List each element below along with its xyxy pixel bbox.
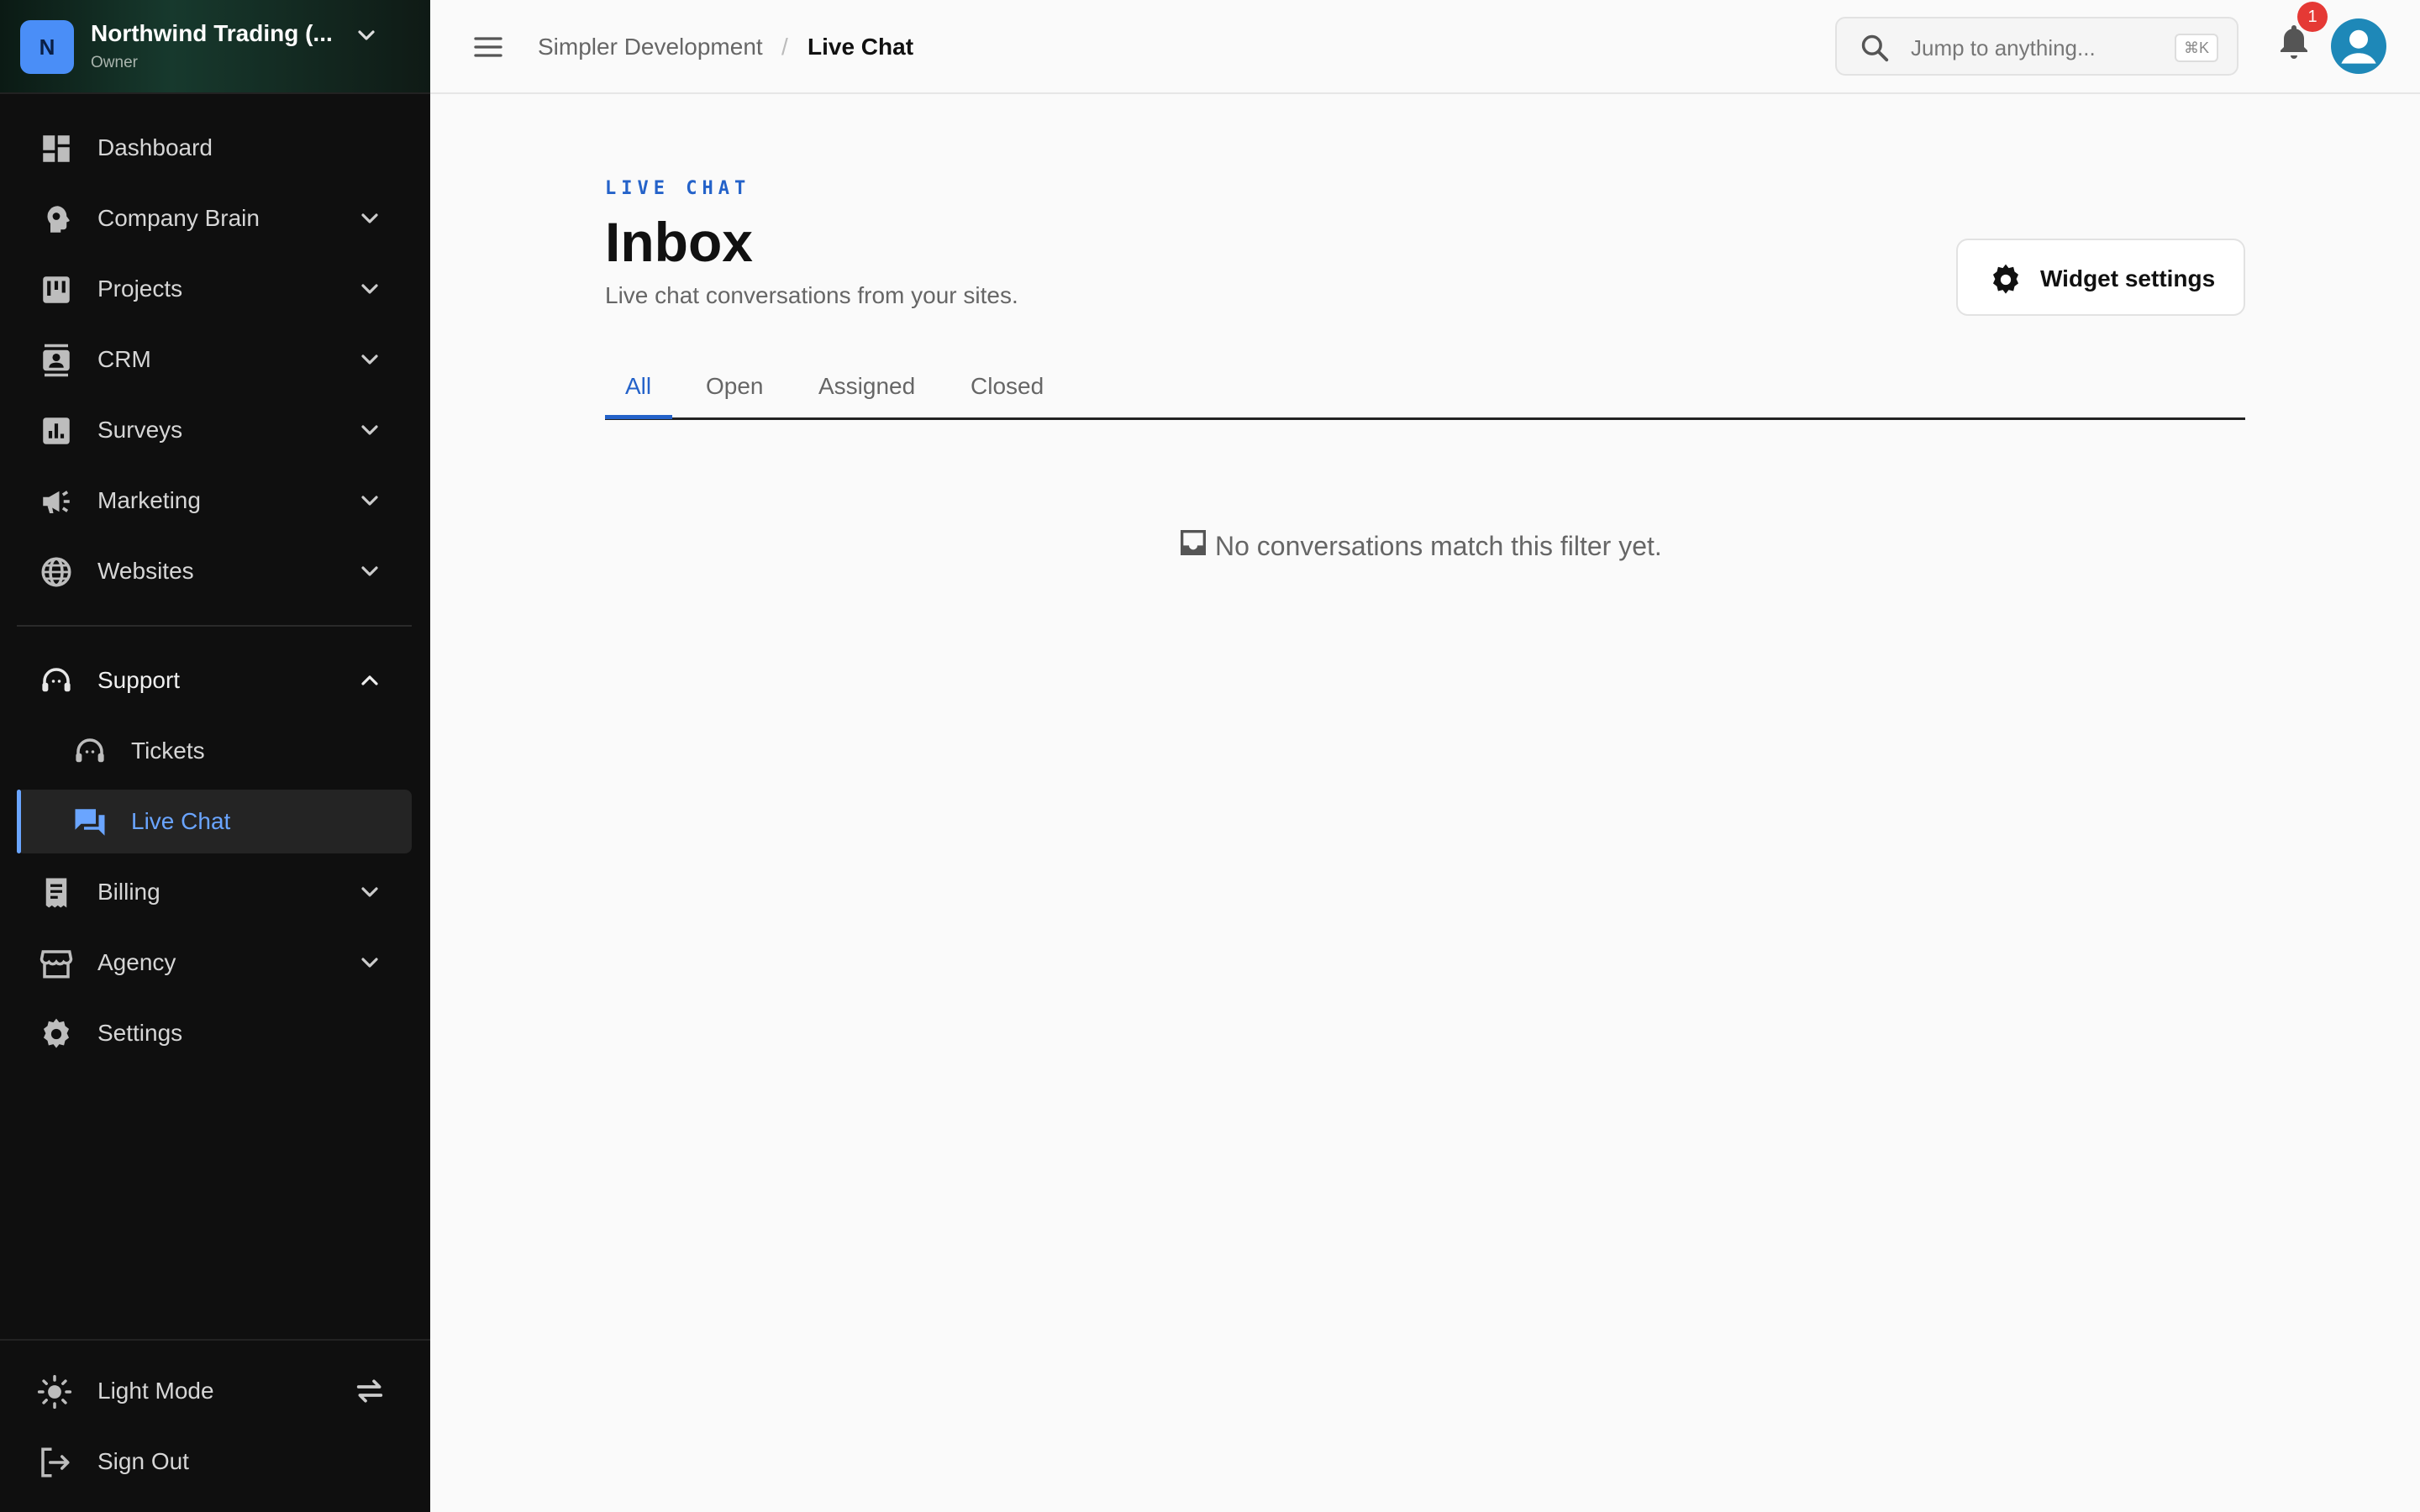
person-icon: [2341, 29, 2376, 64]
org-avatar: N: [20, 20, 74, 74]
sidebar-item-label: Agency: [97, 949, 176, 975]
sidebar-item-company-brain[interactable]: Company Brain: [17, 186, 412, 250]
chevron-down-icon: [361, 496, 378, 506]
sidebar-item-label: Tickets: [131, 738, 205, 764]
sidebar-item-surveys[interactable]: Surveys: [17, 398, 412, 462]
breadcrumb-current: Live Chat: [808, 34, 914, 60]
org-role: Owner: [91, 54, 138, 71]
active-tab-indicator: [605, 415, 672, 419]
sidebar-item-support[interactable]: Support: [17, 648, 412, 712]
chevron-down-icon: [361, 284, 378, 294]
user-avatar[interactable]: [2331, 18, 2386, 74]
projects-icon: [43, 276, 70, 303]
chevron-down-icon: [361, 213, 378, 223]
sidebar-item-crm[interactable]: CRM: [17, 328, 412, 391]
inbox-tray-icon: [1181, 529, 1206, 555]
sidebar-divider: [17, 625, 412, 627]
empty-state: No conversations match this filter yet.: [1176, 529, 1662, 562]
search-placeholder: Jump to anything...: [1911, 35, 2096, 60]
sidebar-item-dashboard[interactable]: Dashboard: [17, 116, 412, 180]
sidebar-item-label: CRM: [97, 346, 151, 372]
filter-tabs: All Open Assigned Closed: [605, 366, 2245, 420]
widget-settings-button[interactable]: Widget settings: [1956, 239, 2245, 316]
page-title: Inbox: [605, 211, 753, 273]
swap-arrows-icon: [356, 1379, 383, 1403]
chevron-down-icon: [361, 354, 378, 365]
sidebar-item-live-chat[interactable]: Live Chat: [17, 790, 412, 853]
logout-icon: [41, 1447, 70, 1478]
page-subtitle: Live chat conversations from your sites.: [605, 282, 1018, 308]
gear-icon: [43, 1018, 70, 1048]
sidebar-item-label: Company Brain: [97, 205, 260, 231]
hamburger-menu-icon[interactable]: [471, 30, 506, 64]
search-icon: [1861, 34, 1889, 62]
sidebar-item-label: Projects: [97, 276, 183, 302]
theme-toggle[interactable]: Light Mode: [17, 1359, 412, 1423]
tab-all[interactable]: All: [625, 373, 651, 420]
sidebar-item-settings[interactable]: Settings: [17, 1001, 412, 1065]
chat-bubbles-icon: [75, 809, 105, 836]
gear-icon: [1992, 264, 2019, 294]
sidebar-item-label: Surveys: [97, 417, 183, 443]
dashboard-icon: [43, 135, 70, 162]
sidebar-item-marketing[interactable]: Marketing: [17, 469, 412, 533]
sidebar-item-label: Websites: [97, 558, 194, 584]
search-input[interactable]: Jump to anything... ⌘K: [1835, 17, 2238, 76]
widget-settings-label: Widget settings: [2040, 265, 2216, 291]
sign-out-button[interactable]: Sign Out: [17, 1430, 412, 1494]
headset-icon: [76, 738, 104, 763]
sidebar-item-label: Marketing: [97, 487, 201, 513]
bar-chart-icon: [43, 417, 70, 444]
sidebar-item-label: Billing: [97, 879, 160, 905]
breadcrumb-separator: /: [781, 34, 788, 60]
storefront-icon: [39, 950, 73, 979]
chevron-down-icon: [358, 30, 375, 40]
chevron-down-icon: [361, 887, 378, 897]
headset-icon: [42, 668, 71, 692]
org-switcher[interactable]: N Northwind Trading (... Owner: [0, 0, 430, 94]
globe-icon: [41, 557, 71, 587]
megaphone-icon: [43, 491, 70, 513]
tab-closed[interactable]: Closed: [971, 373, 1044, 420]
notification-badge: 1: [2297, 2, 2328, 32]
sidebar-item-agency[interactable]: Agency: [17, 931, 412, 995]
keyboard-shortcut-badge: ⌘K: [2175, 34, 2218, 62]
tab-open[interactable]: Open: [706, 373, 764, 420]
tab-assigned[interactable]: Assigned: [818, 373, 915, 420]
sidebar-item-tickets[interactable]: Tickets: [17, 719, 412, 783]
empty-state-message: No conversations match this filter yet.: [1215, 531, 1662, 561]
sidebar: N Northwind Trading (... Owner Dashboard…: [0, 0, 430, 1512]
sun-icon: [37, 1374, 72, 1410]
sign-out-label: Sign Out: [97, 1448, 189, 1474]
sidebar-item-label: Dashboard: [97, 134, 213, 160]
sidebar-item-billing[interactable]: Billing: [17, 860, 412, 924]
sidebar-footer-divider: [0, 1339, 430, 1341]
page-eyebrow: LIVE CHAT: [605, 178, 751, 199]
topbar: Simpler Development / Live Chat Jump to …: [430, 0, 2420, 94]
sidebar-item-label: Settings: [97, 1020, 183, 1046]
chevron-up-icon: [361, 675, 378, 685]
theme-toggle-label: Light Mode: [97, 1378, 214, 1404]
chevron-down-icon: [361, 566, 378, 576]
sidebar-item-websites[interactable]: Websites: [17, 539, 412, 603]
sidebar-item-projects[interactable]: Projects: [17, 257, 412, 321]
org-name: Northwind Trading (...: [91, 20, 333, 46]
receipt-icon: [45, 878, 67, 908]
sidebar-item-label: Support: [97, 667, 181, 693]
breadcrumb-workspace[interactable]: Simpler Development: [538, 34, 763, 60]
chevron-down-icon: [361, 425, 378, 435]
brain-icon: [47, 206, 70, 233]
contact-card-icon: [43, 344, 70, 377]
sidebar-item-label: Live Chat: [131, 808, 231, 834]
chevron-down-icon: [361, 958, 378, 968]
